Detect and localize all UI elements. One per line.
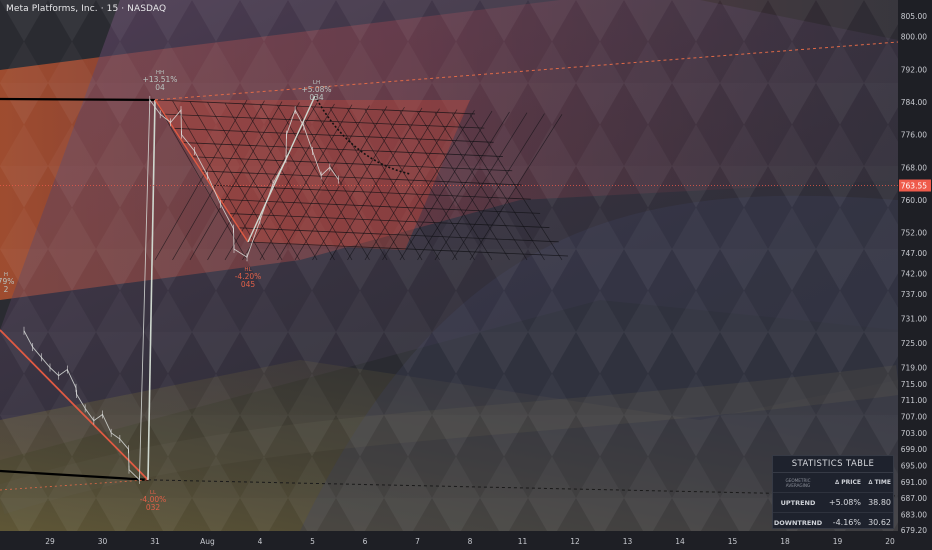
price-header: ∆ PRICE — [834, 479, 861, 486]
row-price: +5.08% — [828, 498, 861, 507]
time-axis — [0, 531, 898, 550]
price-tick-label: 760.00 — [901, 196, 927, 205]
price-tick-label: 805.00 — [901, 12, 927, 21]
statistics-row-downtrend: DOWNTREND -4.16% 30.62 — [773, 513, 893, 532]
price-tick-label: 725.00 — [901, 339, 927, 348]
row-time: 30.62 — [868, 518, 891, 527]
price-tick-label: 800.00 — [901, 33, 927, 42]
price-tick-label: 699.00 — [901, 445, 927, 454]
price-tick-label: 742.00 — [901, 270, 927, 279]
swing-bars: 04 — [155, 83, 165, 92]
time-tick-label: 7 — [415, 537, 420, 546]
time-tick-label: 15 — [728, 537, 738, 546]
time-tick-label: 19 — [833, 537, 843, 546]
row-time: 38.80 — [868, 498, 891, 507]
price-tick-label: 776.00 — [901, 131, 927, 140]
current-price-label: 763.55 — [901, 182, 927, 191]
time-tick-label: 8 — [468, 537, 473, 546]
price-tick-label: 792.00 — [901, 65, 927, 74]
row-name: UPTREND — [780, 498, 816, 507]
price-tick-label: 691.00 — [901, 478, 927, 487]
statistics-header-row: GEOMETRIC AVERAGING ∆ PRICE ∆ TIME — [773, 473, 893, 493]
swing-bars: 2 — [4, 285, 9, 294]
time-tick-label: 13 — [623, 537, 633, 546]
upper-channel-line — [0, 97, 156, 102]
time-tick-label: Aug — [200, 537, 215, 546]
price-tick-label: 703.00 — [901, 429, 927, 438]
price-tick-label: 737.00 — [901, 290, 927, 299]
price-tick-label: 747.00 — [901, 249, 927, 258]
statistics-table-title: STATISTICS TABLE — [773, 456, 893, 473]
time-tick-label: 31 — [150, 537, 160, 546]
price-tick-label: 731.00 — [901, 314, 927, 323]
time-tick-label: 18 — [780, 537, 790, 546]
time-tick-label: 30 — [98, 537, 108, 546]
time-tick-label: 12 — [570, 537, 580, 546]
price-tick-label: 695.00 — [901, 462, 927, 471]
swing-bars: 032 — [146, 503, 161, 512]
price-tick-label: 711.00 — [901, 396, 927, 405]
time-tick-label: 6 — [363, 537, 368, 546]
time-tick-label: 4 — [258, 537, 263, 546]
time-tick-label: 5 — [310, 537, 315, 546]
row-price: -4.16% — [832, 518, 861, 527]
price-tick-label: 715.00 — [901, 380, 927, 389]
row-name: DOWNTREND — [773, 518, 823, 527]
triangle-texture — [0, 0, 898, 531]
statistics-row-uptrend: UPTREND +5.08% 38.80 — [773, 493, 893, 513]
price-tick-label: 768.00 — [901, 163, 927, 172]
price-tick-label: 683.00 — [901, 511, 927, 520]
chart-area[interactable]: HH +13.51% 04 LH +5.08% 034 HL -4.20% 045 LL -4.00… — [0, 0, 932, 550]
time-tick-label: 20 — [885, 537, 895, 546]
time-tick-label: 14 — [675, 537, 685, 546]
statistics-table: STATISTICS TABLE GEOMETRIC AVERAGING ∆ P… — [772, 455, 894, 529]
chart-title: Meta Platforms, Inc. · 15 · NASDAQ — [6, 4, 167, 14]
price-tick-label: 679.20 — [901, 526, 927, 535]
price-tick-label: 687.00 — [901, 494, 927, 503]
swing-bars: 045 — [241, 280, 256, 289]
price-tick-label: 784.00 — [901, 98, 927, 107]
time-header: ∆ TIME — [868, 479, 891, 486]
time-tick-label: 29 — [45, 537, 55, 546]
swing-bars: 034 — [309, 93, 324, 102]
price-tick-label: 719.00 — [901, 364, 927, 373]
price-tick-label: 707.00 — [901, 413, 927, 422]
chart-background — [0, 0, 900, 531]
geometric-averaging-label: GEOMETRIC AVERAGING — [785, 477, 811, 488]
price-tick-label: 752.00 — [901, 229, 927, 238]
time-tick-label: 11 — [518, 537, 528, 546]
